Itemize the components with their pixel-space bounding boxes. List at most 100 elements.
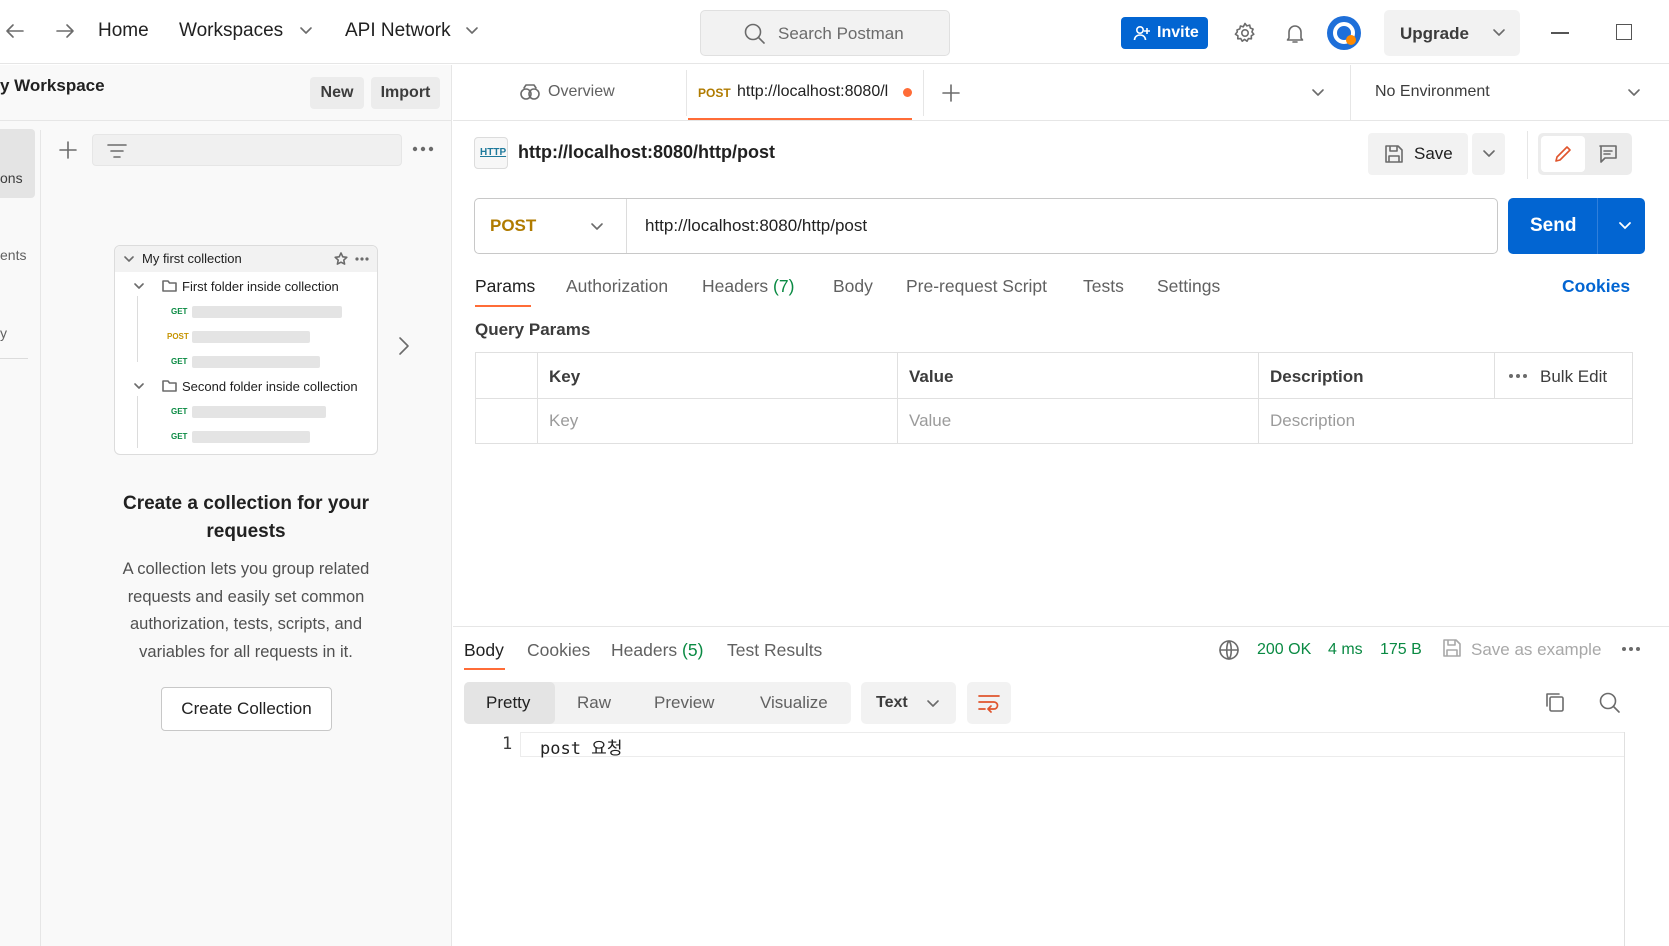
- rail-item-history[interactable]: y: [0, 325, 7, 341]
- comment-icon[interactable]: [1598, 144, 1618, 164]
- maximize-icon[interactable]: [1616, 24, 1632, 40]
- key-input[interactable]: Key: [549, 411, 578, 431]
- import-button[interactable]: Import: [371, 77, 440, 109]
- plus-icon[interactable]: [58, 140, 78, 160]
- response-time[interactable]: 4 ms: [1328, 641, 1363, 659]
- chevron-down-icon[interactable]: [1618, 221, 1632, 231]
- cookies-link[interactable]: Cookies: [1562, 276, 1630, 297]
- edit-mode-button[interactable]: [1541, 136, 1585, 172]
- chevron-down-icon: [1627, 88, 1641, 98]
- format-select[interactable]: Text: [861, 682, 956, 724]
- search-icon: [743, 22, 767, 46]
- chevron-down-icon: [124, 255, 134, 263]
- invite-button[interactable]: Invite: [1121, 17, 1208, 49]
- response-body-text[interactable]: post 요청: [540, 734, 622, 759]
- gear-icon[interactable]: [1233, 21, 1257, 45]
- response-tab-headers[interactable]: Headers (5): [611, 640, 703, 661]
- save-button[interactable]: Save: [1368, 133, 1468, 175]
- view-mode-toggle[interactable]: [1538, 133, 1632, 175]
- workspace-name[interactable]: y Workspace: [0, 76, 105, 96]
- copy-icon[interactable]: [1544, 691, 1566, 713]
- tab-pre-request-script[interactable]: Pre-request Script: [906, 276, 1047, 297]
- chevron-right-icon[interactable]: [398, 336, 410, 356]
- status-code[interactable]: 200 OK: [1257, 641, 1311, 659]
- avatar[interactable]: [1327, 16, 1361, 50]
- headers-count: (7): [773, 276, 795, 296]
- preview-folder-1: First folder inside collection: [182, 279, 339, 294]
- pencil-icon: [1553, 144, 1573, 164]
- value-input[interactable]: Value: [909, 411, 951, 431]
- send-button[interactable]: Send: [1508, 198, 1645, 254]
- column-header-description: Description: [1270, 367, 1364, 386]
- view-preview-button[interactable]: Preview: [654, 693, 714, 713]
- response-tab-body[interactable]: Body: [464, 640, 504, 661]
- chevron-down-icon[interactable]: [1311, 88, 1325, 98]
- search-icon[interactable]: [1598, 691, 1622, 715]
- upgrade-button[interactable]: Upgrade: [1384, 10, 1520, 56]
- preview-folder-2: Second folder inside collection: [182, 379, 358, 394]
- editor-scrollbar[interactable]: [1624, 732, 1644, 946]
- response-divider[interactable]: [453, 626, 1669, 627]
- environment-selector[interactable]: No Environment: [1350, 65, 1669, 121]
- bulk-edit-button[interactable]: Bulk Edit: [1540, 367, 1607, 387]
- wrap-lines-button[interactable]: [967, 682, 1011, 724]
- chevron-down-icon[interactable]: [465, 26, 479, 36]
- description-input[interactable]: Description: [1270, 411, 1355, 431]
- save-icon: [1442, 638, 1462, 658]
- search-input[interactable]: Search Postman: [700, 10, 950, 56]
- nav-home[interactable]: Home: [98, 20, 149, 42]
- rail-item-label: ons: [0, 170, 23, 186]
- save-dropdown-button[interactable]: [1472, 133, 1505, 175]
- back-arrow-icon[interactable]: [4, 20, 26, 42]
- active-tab-underline: [464, 668, 505, 670]
- request-name[interactable]: http://localhost:8080/http/post: [518, 142, 775, 163]
- response-body-editor[interactable]: [464, 732, 1644, 946]
- minimize-icon[interactable]: [1551, 32, 1569, 34]
- overview-icon: [519, 83, 541, 101]
- response-size[interactable]: 175 B: [1380, 641, 1422, 659]
- nav-workspaces[interactable]: Workspaces: [179, 20, 283, 42]
- response-tab-cookies[interactable]: Cookies: [527, 640, 590, 661]
- send-label: Send: [1530, 215, 1577, 236]
- rail-item-collections[interactable]: ons: [0, 129, 35, 198]
- globe-icon[interactable]: [1218, 639, 1240, 661]
- rail-item-environments[interactable]: ents: [0, 247, 26, 263]
- more-options-icon[interactable]: [1508, 373, 1528, 379]
- chevron-down-icon: [134, 382, 144, 390]
- filter-icon: [107, 142, 127, 160]
- tab-body[interactable]: Body: [833, 276, 873, 297]
- environment-label: No Environment: [1375, 83, 1490, 100]
- tab-headers[interactable]: Headers (7): [702, 276, 794, 297]
- chevron-down-icon: [134, 282, 144, 290]
- chevron-down-icon[interactable]: [1492, 28, 1506, 38]
- create-collection-button[interactable]: Create Collection: [161, 687, 332, 731]
- view-visualize-button[interactable]: Visualize: [760, 693, 828, 713]
- view-pretty-label: Pretty: [486, 693, 531, 712]
- tab-settings[interactable]: Settings: [1157, 276, 1220, 297]
- save-as-example-button[interactable]: Save as example: [1471, 640, 1601, 660]
- tab-tests[interactable]: Tests: [1083, 276, 1124, 297]
- bell-icon[interactable]: [1283, 21, 1307, 45]
- tab-active-request[interactable]: http://localhost:8080/l: [737, 83, 888, 101]
- tab-headers-label: Headers: [702, 276, 769, 296]
- tab-authorization[interactable]: Authorization: [566, 276, 668, 297]
- nav-api-network[interactable]: API Network: [345, 20, 451, 42]
- filter-input[interactable]: [92, 134, 402, 166]
- view-pretty-button[interactable]: Pretty: [464, 682, 555, 724]
- response-tab-test-results[interactable]: Test Results: [727, 640, 822, 661]
- tab-overview[interactable]: Overview: [548, 83, 615, 101]
- new-button[interactable]: New: [310, 77, 364, 109]
- upgrade-label: Upgrade: [1400, 24, 1469, 43]
- add-tab-icon[interactable]: [941, 83, 961, 103]
- url-input[interactable]: http://localhost:8080/http/post: [645, 216, 867, 236]
- more-options-icon[interactable]: [1621, 646, 1641, 652]
- view-raw-button[interactable]: Raw: [577, 693, 611, 713]
- more-options-icon[interactable]: [412, 146, 434, 152]
- save-label: Save: [1414, 144, 1453, 163]
- tab-params[interactable]: Params: [475, 276, 535, 297]
- folder-icon: [162, 279, 177, 292]
- chevron-down-icon[interactable]: [299, 26, 313, 36]
- method-label: POST: [490, 216, 537, 235]
- forward-arrow-icon[interactable]: [54, 20, 76, 42]
- method-select[interactable]: POST: [475, 199, 627, 253]
